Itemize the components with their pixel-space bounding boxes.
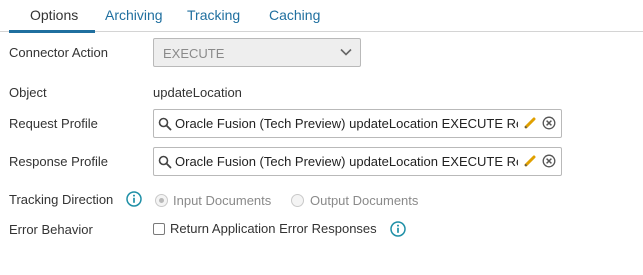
return-error-responses-label: Return Application Error Responses	[170, 221, 377, 236]
response-profile-field[interactable]: Oracle Fusion (Tech Preview) updateLocat…	[153, 147, 562, 176]
search-icon[interactable]	[158, 155, 172, 169]
response-profile-label: Response Profile	[9, 154, 108, 169]
tab-divider	[0, 31, 643, 32]
tab-caching[interactable]: Caching	[269, 7, 320, 23]
input-documents-label: Input Documents	[173, 193, 272, 208]
return-error-responses-checkbox[interactable]	[153, 223, 165, 235]
info-icon[interactable]	[126, 191, 142, 207]
object-value: updateLocation	[153, 85, 242, 100]
tab-archiving[interactable]: Archiving	[105, 7, 163, 23]
request-profile-field[interactable]: Oracle Fusion (Tech Preview) updateLocat…	[153, 109, 562, 138]
request-profile-label: Request Profile	[9, 116, 98, 131]
object-label: Object	[9, 85, 47, 100]
connector-action-label: Connector Action	[9, 45, 109, 60]
pencil-icon[interactable]	[523, 154, 537, 168]
input-documents-radio[interactable]	[155, 194, 168, 207]
active-tab-indicator	[9, 30, 95, 33]
clear-icon[interactable]	[542, 154, 556, 168]
request-profile-value: Oracle Fusion (Tech Preview) updateLocat…	[175, 116, 518, 131]
search-icon[interactable]	[158, 117, 172, 131]
output-documents-radio[interactable]	[291, 194, 304, 207]
tracking-direction-label: Tracking Direction	[9, 192, 114, 207]
tab-options[interactable]: Options	[30, 7, 78, 23]
clear-icon[interactable]	[542, 116, 556, 130]
connector-action-value: EXECUTE	[163, 46, 225, 61]
tab-tracking[interactable]: Tracking	[187, 7, 240, 23]
info-icon[interactable]	[390, 221, 406, 237]
chevron-down-icon	[340, 48, 352, 56]
pencil-icon[interactable]	[523, 116, 537, 130]
output-documents-label: Output Documents	[310, 193, 419, 208]
response-profile-value: Oracle Fusion (Tech Preview) updateLocat…	[175, 154, 518, 169]
connector-action-select[interactable]: EXECUTE	[153, 38, 361, 67]
tab-bar: Options Archiving Tracking Caching	[0, 0, 643, 33]
radio-selected-dot	[159, 198, 164, 203]
error-behavior-label: Error Behavior	[9, 222, 93, 237]
